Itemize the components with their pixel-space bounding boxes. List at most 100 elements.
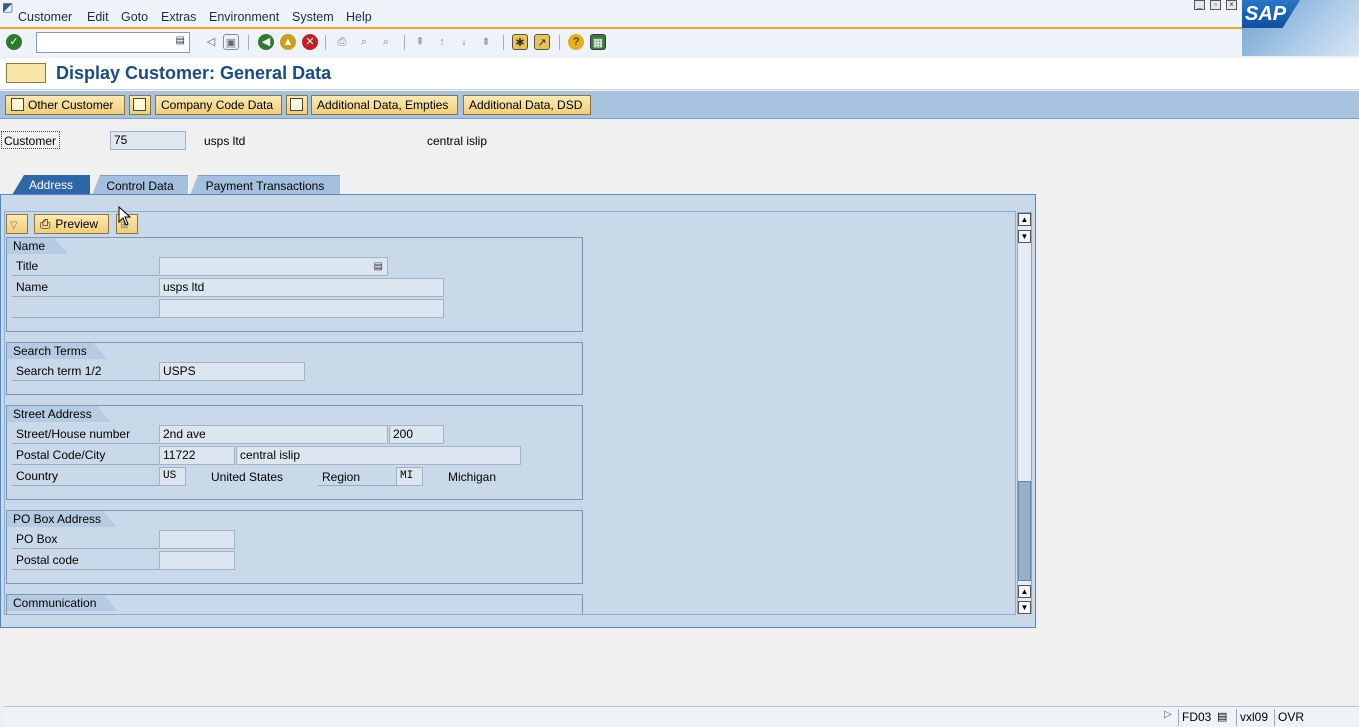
shortcut-icon[interactable]: ↗ xyxy=(534,34,550,50)
communication-group: Communication xyxy=(6,594,583,614)
customer-name-text: usps ltd xyxy=(204,134,246,148)
back-icon[interactable]: ◀ xyxy=(258,34,274,50)
help-icon[interactable]: ? xyxy=(568,34,584,50)
other-customer-button[interactable]: Other Customer xyxy=(5,95,125,115)
input-mode[interactable]: OVR xyxy=(1274,709,1307,726)
country-code-field[interactable]: US xyxy=(159,467,186,486)
po-postal-code-field[interactable] xyxy=(159,551,235,570)
previous-page-icon[interactable]: ↑ xyxy=(434,34,450,50)
name-field[interactable]: usps ltd xyxy=(159,278,444,297)
menu-edit[interactable]: Edit xyxy=(87,10,109,24)
menu-system[interactable]: System xyxy=(292,10,334,24)
exit-icon[interactable]: ▲ xyxy=(280,34,296,50)
country-name-text: United States xyxy=(211,470,284,484)
status-expand-icon[interactable]: ▷ xyxy=(1164,709,1172,720)
customer-city-text: central islip xyxy=(427,134,488,148)
additional-empties-label: Additional Data, Empties xyxy=(317,98,449,112)
tab-payment-transactions[interactable]: Payment Transactions xyxy=(190,175,340,195)
communication-heading: Communication xyxy=(7,595,118,611)
postal-city-label: Postal Code/City xyxy=(16,448,106,462)
menu-bar xyxy=(0,0,1359,29)
po-box-field[interactable] xyxy=(159,530,235,549)
toolbar-separator xyxy=(503,35,504,50)
toolbar-separator xyxy=(325,35,326,50)
po-box-group: PO Box Address xyxy=(6,510,583,584)
printer-icon: ⎙ xyxy=(40,216,51,231)
divider xyxy=(12,548,159,549)
close-icon[interactable]: × xyxy=(1226,0,1237,10)
menu-environment[interactable]: Environment xyxy=(209,10,279,24)
preview-label: Preview xyxy=(55,217,99,231)
divider xyxy=(12,380,159,381)
other-customer-label: Other Customer xyxy=(28,98,114,112)
divider xyxy=(12,464,159,465)
last-page-icon[interactable]: ⇟ xyxy=(478,34,494,50)
company-code-label: Company Code Data xyxy=(161,98,274,112)
transaction-code: FD03 xyxy=(1178,709,1214,726)
additional-data-empties-button[interactable]: Additional Data, Empties xyxy=(311,95,458,115)
scroll-down-icon[interactable]: ▼ xyxy=(1018,601,1031,614)
dropdown-icon[interactable]: ▤ xyxy=(176,35,185,46)
company-code-data-button[interactable]: Company Code Data xyxy=(155,95,282,115)
first-page-icon[interactable]: ⇞ xyxy=(412,34,428,50)
print-icon[interactable]: ⎙ xyxy=(334,34,350,50)
expand-button[interactable]: ▽ xyxy=(6,214,28,234)
toolbar-separator xyxy=(404,35,405,50)
save-icon[interactable]: ▣ xyxy=(223,34,239,50)
divider xyxy=(12,317,159,318)
layout-menu-icon[interactable]: ▦ xyxy=(590,34,606,50)
additional-data-dsd-button[interactable]: Additional Data, DSD xyxy=(463,95,591,115)
menu-goto[interactable]: Goto xyxy=(121,10,148,24)
street-address-heading: Street Address xyxy=(7,406,111,422)
create-session-icon[interactable]: ✱ xyxy=(512,34,528,50)
server-name: vxl09 xyxy=(1236,709,1271,726)
dropdown-icon[interactable]: ▤ xyxy=(374,258,383,275)
document-button[interactable] xyxy=(286,95,308,115)
customer-number-field[interactable]: 75 xyxy=(110,131,186,150)
region-name-text: Michigan xyxy=(448,470,497,484)
divider xyxy=(12,443,159,444)
region-code-field[interactable]: MI xyxy=(396,467,423,486)
sap-logo: SAP xyxy=(1242,0,1359,56)
other-object-icon xyxy=(11,98,24,111)
menu-help[interactable]: Help xyxy=(346,10,372,24)
city-field[interactable]: central islip xyxy=(236,446,521,465)
find-icon[interactable]: ⌕ xyxy=(356,34,372,50)
title-field[interactable]: ▤ xyxy=(159,257,388,276)
find-next-icon[interactable]: ⌕ xyxy=(378,34,394,50)
search-term-label: Search term 1/2 xyxy=(16,364,102,378)
restore-icon[interactable]: ▫ xyxy=(1210,0,1221,10)
scroll-up-icon[interactable]: ▲ xyxy=(1018,213,1031,226)
back-arrow-icon[interactable]: ◁ xyxy=(203,34,219,50)
street-label: Street/House number xyxy=(16,427,131,441)
enter-icon[interactable]: ✓ xyxy=(6,34,22,50)
street-field[interactable]: 2nd ave xyxy=(159,425,388,444)
change-display-button[interactable] xyxy=(129,95,151,115)
session-info-icon[interactable]: ▤ xyxy=(1217,710,1227,723)
name2-field[interactable] xyxy=(159,299,444,318)
preview-button[interactable]: ⎙ Preview xyxy=(34,214,109,234)
scroll-thumb[interactable] xyxy=(1018,481,1031,581)
expand-icon: ▽ xyxy=(10,220,18,231)
title-label: Title xyxy=(16,259,39,273)
next-page-icon[interactable]: ↓ xyxy=(456,34,472,50)
scroll-page-down-icon[interactable]: ▼ xyxy=(1018,230,1031,243)
toolbar-separator xyxy=(559,35,560,50)
postal-code-field[interactable]: 11722 xyxy=(159,446,235,465)
status-bar xyxy=(4,706,1359,727)
po-box-heading: PO Box Address xyxy=(7,511,117,527)
system-menu-icon[interactable]: ◩ xyxy=(2,0,13,14)
search-term-field[interactable]: USPS xyxy=(159,362,305,381)
divider xyxy=(12,296,159,297)
tab-address[interactable]: Address xyxy=(12,175,90,195)
menu-extras[interactable]: Extras xyxy=(161,10,196,24)
house-number-field[interactable]: 200 xyxy=(389,425,444,444)
display-change-icon[interactable] xyxy=(6,63,46,83)
region-label: Region xyxy=(322,470,361,484)
minimize-icon[interactable]: _ xyxy=(1194,0,1205,10)
menu-customer[interactable]: Customer xyxy=(18,10,72,24)
tab-control-data[interactable]: Control Data xyxy=(92,175,188,195)
scroll-page-up-icon[interactable]: ▲ xyxy=(1018,585,1031,598)
command-field[interactable]: ▤ xyxy=(36,32,190,53)
cancel-icon[interactable]: ✕ xyxy=(302,34,318,50)
